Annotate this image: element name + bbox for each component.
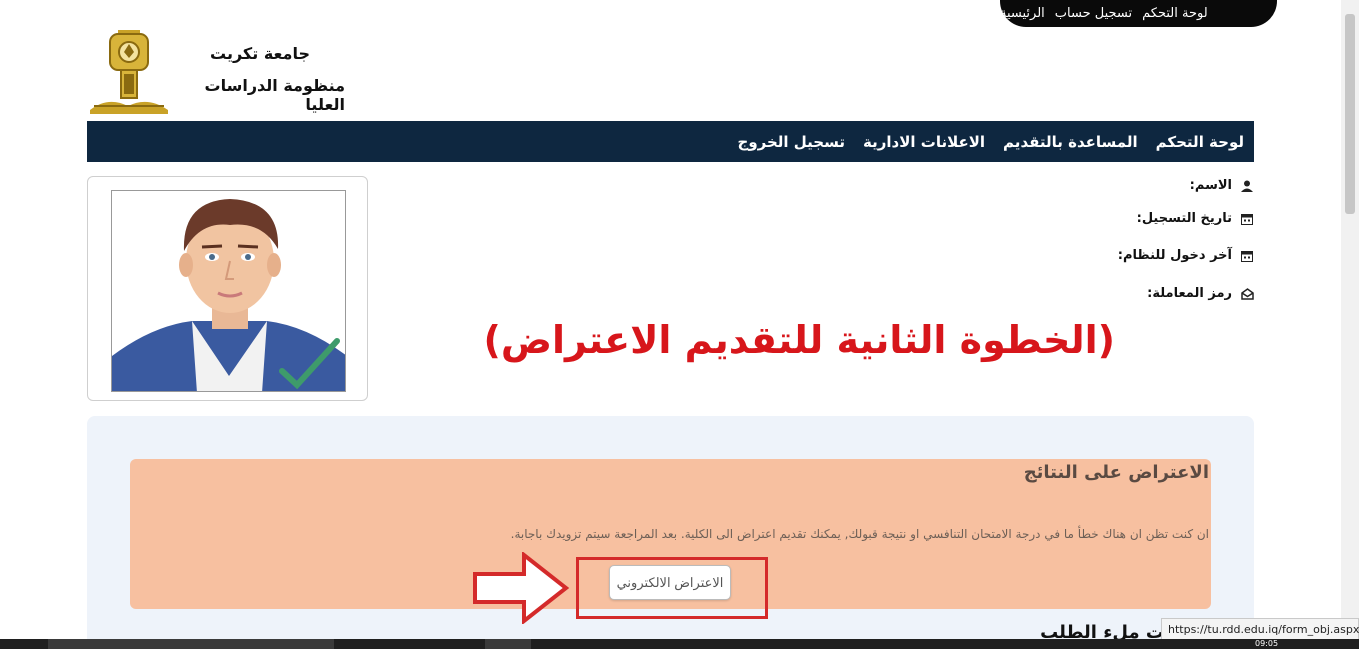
profile-name-row: الاسم: [1190, 178, 1254, 193]
envelope-open-icon [1240, 287, 1254, 301]
calendar-icon [1240, 212, 1254, 226]
objection-title: الاعتراض على النتائج [1023, 462, 1209, 483]
nav-logout[interactable]: تسجيل الخروج [738, 133, 846, 151]
profile-registration-row: تاريخ التسجيل: [1137, 211, 1254, 226]
system-name: منظومة الدراسات العليا [204, 76, 345, 114]
main-nav: لوحة التحكم المساعدة بالتقديم الاعلانات … [87, 121, 1254, 162]
link-url-status: https://tu.rdd.edu.iq/form_obj.aspx [1161, 618, 1359, 640]
top-nav-dashboard-link[interactable]: لوحة التحكم [1142, 6, 1208, 21]
top-nav-register-link[interactable]: تسجيل حساب [1055, 6, 1132, 21]
nav-application-help[interactable]: المساعدة بالتقديم [1003, 133, 1138, 151]
objection-description: ان كنت تظن ان هناك خطأ ما في درجة الامتح… [510, 527, 1209, 541]
step-annotation-title: (الخطوة الثانية للتقديم الاعتراض) [483, 318, 1115, 362]
profile-photo-card [87, 176, 368, 401]
page-scrollbar[interactable] [1341, 0, 1359, 639]
nav-admin-announcements[interactable]: الاعلانات الادارية [863, 133, 985, 151]
university-name: جامعة تكريت [210, 44, 310, 63]
user-icon [1240, 179, 1254, 193]
registration-date-label: تاريخ التسجيل: [1136, 211, 1232, 226]
top-nav-home-link[interactable]: الرئيسية [1000, 6, 1045, 21]
profile-transaction-row: رمز المعاملة: [1147, 286, 1254, 301]
taskbar-app-item[interactable] [48, 639, 334, 649]
top-pill-nav: لوحة التحكم تسجيل حساب الرئيسية [1000, 0, 1277, 27]
arrow-annotation-icon [472, 550, 570, 626]
profile-last-login-row: آخر دخول للنظام: [1118, 248, 1254, 263]
transaction-code-label: رمز المعاملة: [1147, 286, 1232, 301]
taskbar-clock: 09:05 [1255, 639, 1279, 648]
avatar [111, 190, 346, 392]
taskbar-app-item[interactable] [485, 639, 531, 649]
nav-dashboard[interactable]: لوحة التحكم [1156, 133, 1244, 151]
calendar-icon [1240, 249, 1254, 263]
electronic-objection-button[interactable]: الاعتراض الالكتروني [609, 565, 731, 600]
taskbar: 09:05 [0, 639, 1359, 649]
scrollbar-thumb[interactable] [1345, 14, 1355, 214]
name-label: الاسم: [1189, 178, 1232, 193]
university-logo [88, 26, 170, 116]
last-login-label: آخر دخول للنظام: [1117, 248, 1232, 263]
